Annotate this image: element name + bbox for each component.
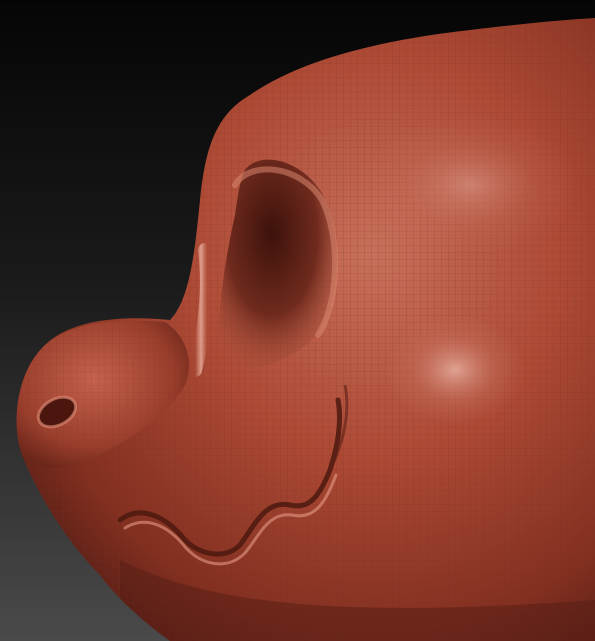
cheek-highlight (385, 315, 525, 425)
sculpt-viewport[interactable] (0, 0, 595, 641)
forehead-highlight (360, 115, 580, 255)
sculpted-snout-model (16, 18, 595, 641)
